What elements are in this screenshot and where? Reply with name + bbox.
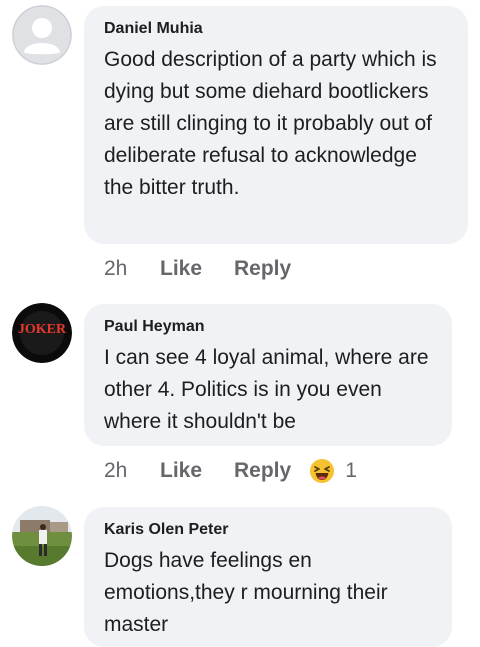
comment-actions: 2h Like Reply 1 <box>104 456 357 486</box>
comment-text: Good description of a party which is dyi… <box>104 48 437 199</box>
comment-actions: 2h Like Reply <box>104 254 291 284</box>
comment-time[interactable]: 2h <box>104 459 160 483</box>
avatar-text: JOKER <box>17 322 67 337</box>
default-avatar-icon[interactable] <box>12 5 72 65</box>
reply-button[interactable]: Reply <box>234 459 291 483</box>
reply-button[interactable]: Reply <box>234 257 291 281</box>
like-button[interactable]: Like <box>160 459 234 483</box>
joker-avatar[interactable]: JOKER <box>12 303 72 363</box>
comment-author[interactable]: Daniel Muhia <box>104 20 450 38</box>
comment-bubble: Paul Heyman I can see 4 loyal animal, wh… <box>84 304 452 446</box>
comment-author[interactable]: Paul Heyman <box>104 318 434 336</box>
laughing-emoji-icon <box>310 459 335 483</box>
comment-time[interactable]: 2h <box>104 257 160 281</box>
reactions[interactable]: 1 <box>309 458 357 484</box>
photo-avatar[interactable] <box>12 506 72 566</box>
comment-bubble: Daniel Muhia Good description of a party… <box>84 6 468 244</box>
comment-author[interactable]: Karis Olen Peter <box>104 521 434 539</box>
comment-text: I can see 4 loyal animal, where are othe… <box>104 346 429 433</box>
comment-bubble: Karis Olen Peter Dogs have feelings en e… <box>84 507 452 647</box>
reaction-count: 1 <box>345 459 357 482</box>
like-button[interactable]: Like <box>160 257 234 281</box>
comment-text: Dogs have feelings en emotions,they r mo… <box>104 549 388 636</box>
